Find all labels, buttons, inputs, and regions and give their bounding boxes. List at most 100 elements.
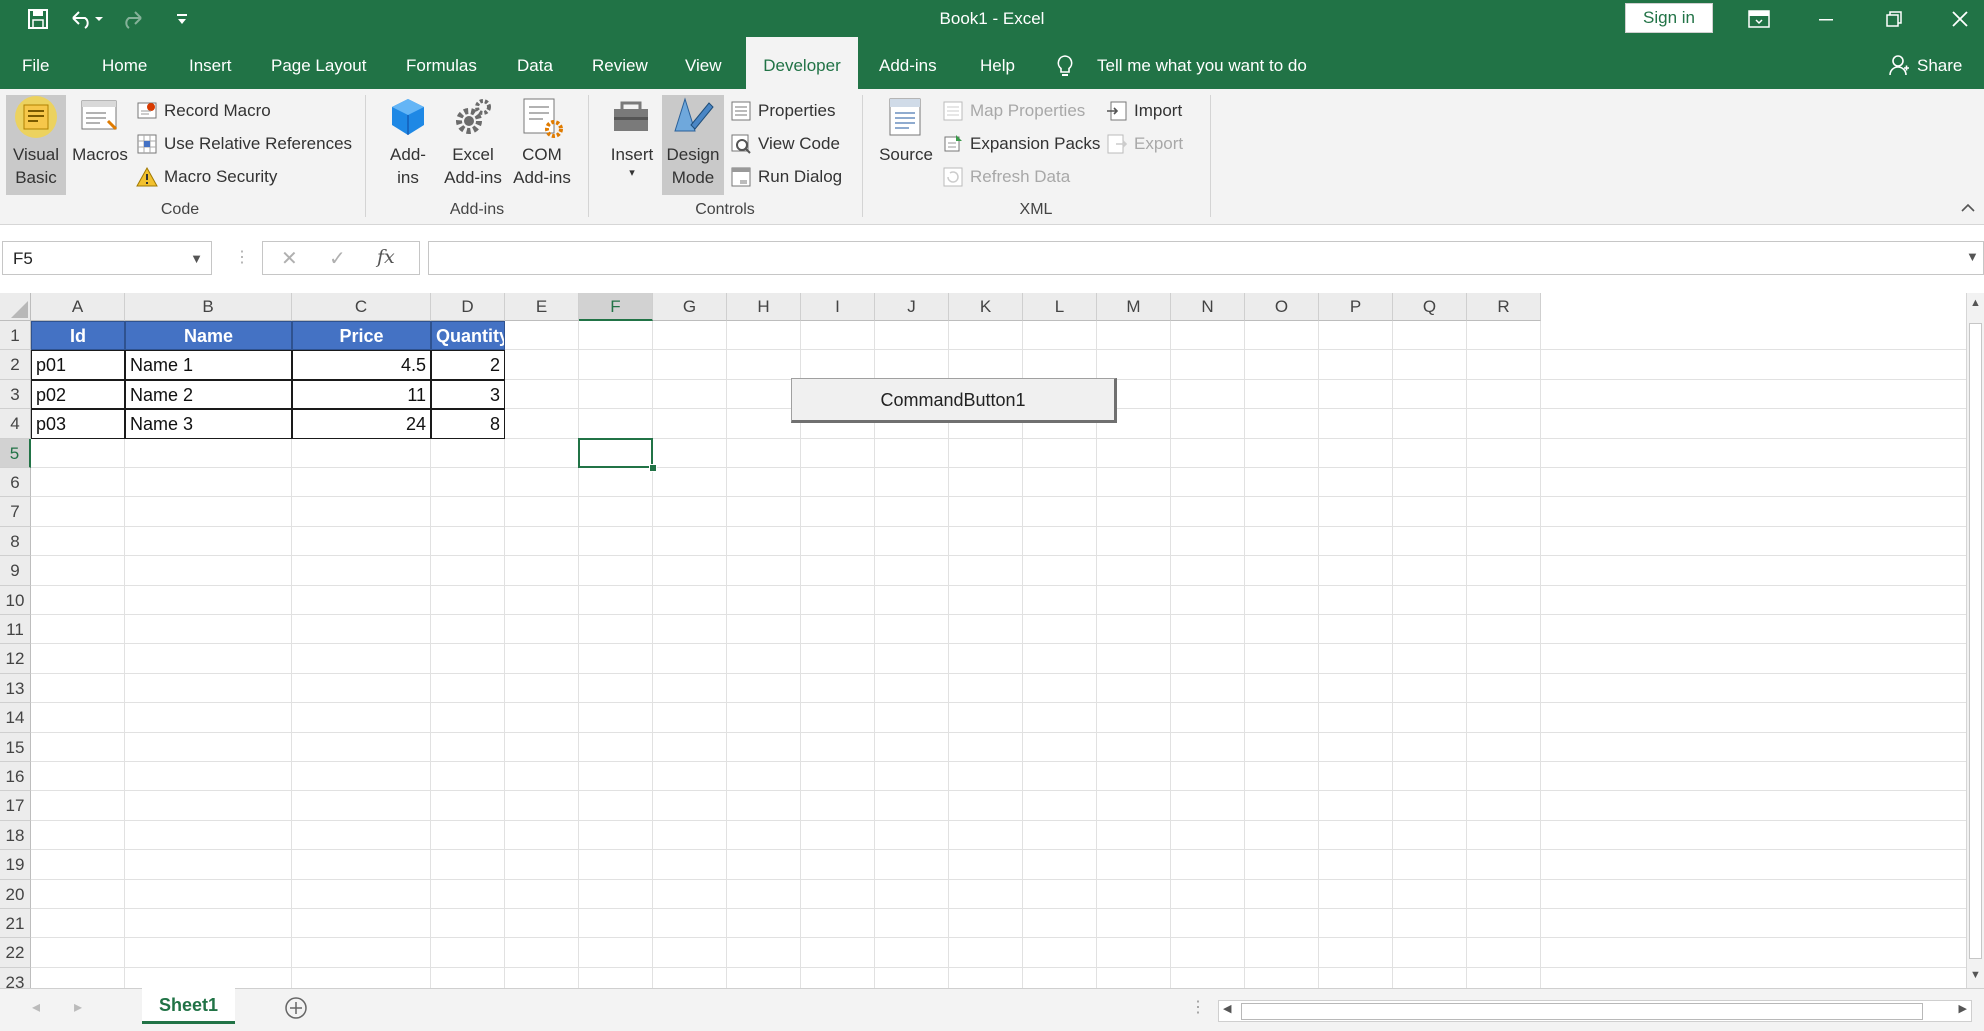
column-header[interactable]: E: [505, 293, 579, 321]
table-header-cell[interactable]: Quantity: [431, 321, 505, 351]
row-header[interactable]: 20: [0, 879, 31, 909]
column-header[interactable]: D: [431, 293, 505, 321]
tab-developer[interactable]: Developer: [746, 37, 858, 89]
table-header-cell[interactable]: Name: [125, 321, 292, 351]
table-cell[interactable]: 3: [431, 379, 505, 410]
tab-add-ins[interactable]: Add-ins: [863, 37, 953, 89]
row-header[interactable]: 10: [0, 585, 31, 615]
view-code-button[interactable]: View Code: [730, 130, 840, 158]
table-header-cell[interactable]: Price: [292, 321, 431, 351]
use-relative-references-button[interactable]: Use Relative References: [136, 130, 352, 158]
share-button[interactable]: Share: [1917, 37, 1962, 89]
row-header[interactable]: 3: [0, 379, 31, 410]
macros-button[interactable]: Macros: [70, 95, 130, 166]
scroll-down-icon[interactable]: ▼: [1970, 969, 1981, 981]
horizontal-scroll-thumb[interactable]: [1241, 1003, 1923, 1020]
table-cell[interactable]: p01: [31, 350, 125, 380]
tell-me-search[interactable]: Tell me what you want to do: [1097, 37, 1307, 89]
row-header[interactable]: 15: [0, 732, 31, 762]
insert-control-button[interactable]: Insert ▾: [602, 95, 662, 180]
run-dialog-button[interactable]: Run Dialog: [730, 163, 842, 191]
table-cell[interactable]: p03: [31, 409, 125, 439]
tab-formulas[interactable]: Formulas: [390, 37, 493, 89]
row-header[interactable]: 7: [0, 497, 31, 527]
vertical-scrollbar[interactable]: ▲ ▼: [1966, 293, 1984, 988]
ribbon-display-options-icon[interactable]: [1745, 0, 1773, 37]
table-cell[interactable]: 2: [431, 350, 505, 380]
table-cell[interactable]: Name 3: [125, 409, 292, 439]
column-header[interactable]: P: [1319, 293, 1393, 321]
column-header[interactable]: L: [1023, 293, 1097, 321]
row-header[interactable]: 21: [0, 909, 31, 939]
column-header[interactable]: G: [653, 293, 727, 321]
column-header[interactable]: M: [1097, 293, 1171, 321]
enter-icon[interactable]: ✓: [329, 246, 346, 271]
name-box[interactable]: F5 ▼: [2, 241, 212, 275]
select-all-button[interactable]: [0, 293, 31, 321]
active-cell-f5[interactable]: [578, 437, 653, 468]
column-header[interactable]: Q: [1393, 293, 1467, 321]
tab-view[interactable]: View: [669, 37, 738, 89]
vertical-scroll-thumb[interactable]: [1969, 323, 1982, 959]
formula-input[interactable]: [428, 241, 1984, 275]
close-icon[interactable]: [1946, 0, 1974, 37]
row-header[interactable]: 22: [0, 938, 31, 968]
expansion-packs-button[interactable]: Expansion Packs: [942, 130, 1100, 158]
row-header[interactable]: 9: [0, 556, 31, 586]
next-sheet-icon[interactable]: ▸: [74, 997, 82, 1017]
restore-icon[interactable]: [1880, 0, 1908, 37]
collapse-ribbon-icon[interactable]: [1960, 201, 1976, 219]
row-header[interactable]: 1: [0, 321, 31, 351]
column-header[interactable]: A: [31, 293, 125, 321]
scroll-left-icon[interactable]: ◀: [1223, 1002, 1231, 1015]
row-header[interactable]: 13: [0, 673, 31, 704]
tab-split-handle-icon[interactable]: ⋮: [1190, 997, 1206, 1017]
table-cell[interactable]: p02: [31, 379, 125, 410]
column-header[interactable]: R: [1467, 293, 1541, 321]
tab-home[interactable]: Home: [86, 37, 163, 89]
table-cell[interactable]: Name 1: [125, 350, 292, 380]
visual-basic-button[interactable]: Visual Basic: [6, 95, 66, 195]
row-header[interactable]: 11: [0, 615, 31, 645]
horizontal-scrollbar[interactable]: ◀ ▶: [1218, 1000, 1972, 1022]
row-header[interactable]: 14: [0, 703, 31, 733]
com-add-ins-button[interactable]: COM Add-ins: [508, 95, 576, 189]
row-header[interactable]: 5: [0, 438, 31, 468]
command-button-1[interactable]: CommandButton1: [791, 378, 1117, 423]
tab-page-layout[interactable]: Page Layout: [255, 37, 382, 89]
tab-insert[interactable]: Insert: [173, 37, 248, 89]
row-header[interactable]: 16: [0, 762, 31, 792]
fill-handle[interactable]: [649, 464, 657, 472]
row-header[interactable]: 4: [0, 409, 31, 439]
row-header[interactable]: 2: [0, 350, 31, 380]
customize-toolbar-icon[interactable]: [172, 0, 192, 37]
column-header[interactable]: N: [1171, 293, 1245, 321]
cancel-icon[interactable]: ✕: [281, 246, 298, 271]
scroll-right-icon[interactable]: ▶: [1959, 1002, 1967, 1015]
scroll-up-icon[interactable]: ▲: [1970, 297, 1981, 309]
insert-function-button[interactable]: fx: [377, 246, 395, 268]
add-sheet-icon[interactable]: [284, 996, 308, 1025]
expand-formula-bar-icon[interactable]: ▼: [1966, 249, 1979, 264]
table-cell[interactable]: Name 2: [125, 379, 292, 410]
properties-button[interactable]: Properties: [730, 97, 835, 125]
macro-security-button[interactable]: Macro Security: [136, 163, 277, 191]
sign-in-button[interactable]: Sign in: [1625, 3, 1713, 33]
tab-help[interactable]: Help: [964, 37, 1031, 89]
column-header[interactable]: I: [801, 293, 875, 321]
row-header[interactable]: 12: [0, 644, 31, 674]
tab-review[interactable]: Review: [576, 37, 664, 89]
row-header[interactable]: 19: [0, 850, 31, 880]
table-header-cell[interactable]: Id: [31, 321, 125, 351]
table-cell[interactable]: 24: [292, 409, 431, 439]
previous-sheet-icon[interactable]: ◂: [32, 997, 40, 1017]
column-header[interactable]: H: [727, 293, 801, 321]
minimize-icon[interactable]: [1812, 0, 1840, 37]
source-button[interactable]: Source: [874, 95, 938, 166]
row-header[interactable]: 23: [0, 967, 31, 988]
chevron-down-icon[interactable]: ▼: [190, 242, 203, 276]
row-header[interactable]: 17: [0, 791, 31, 821]
export-button[interactable]: Export: [1106, 130, 1183, 158]
table-cell[interactable]: 4.5: [292, 350, 431, 380]
row-header[interactable]: 18: [0, 820, 31, 851]
